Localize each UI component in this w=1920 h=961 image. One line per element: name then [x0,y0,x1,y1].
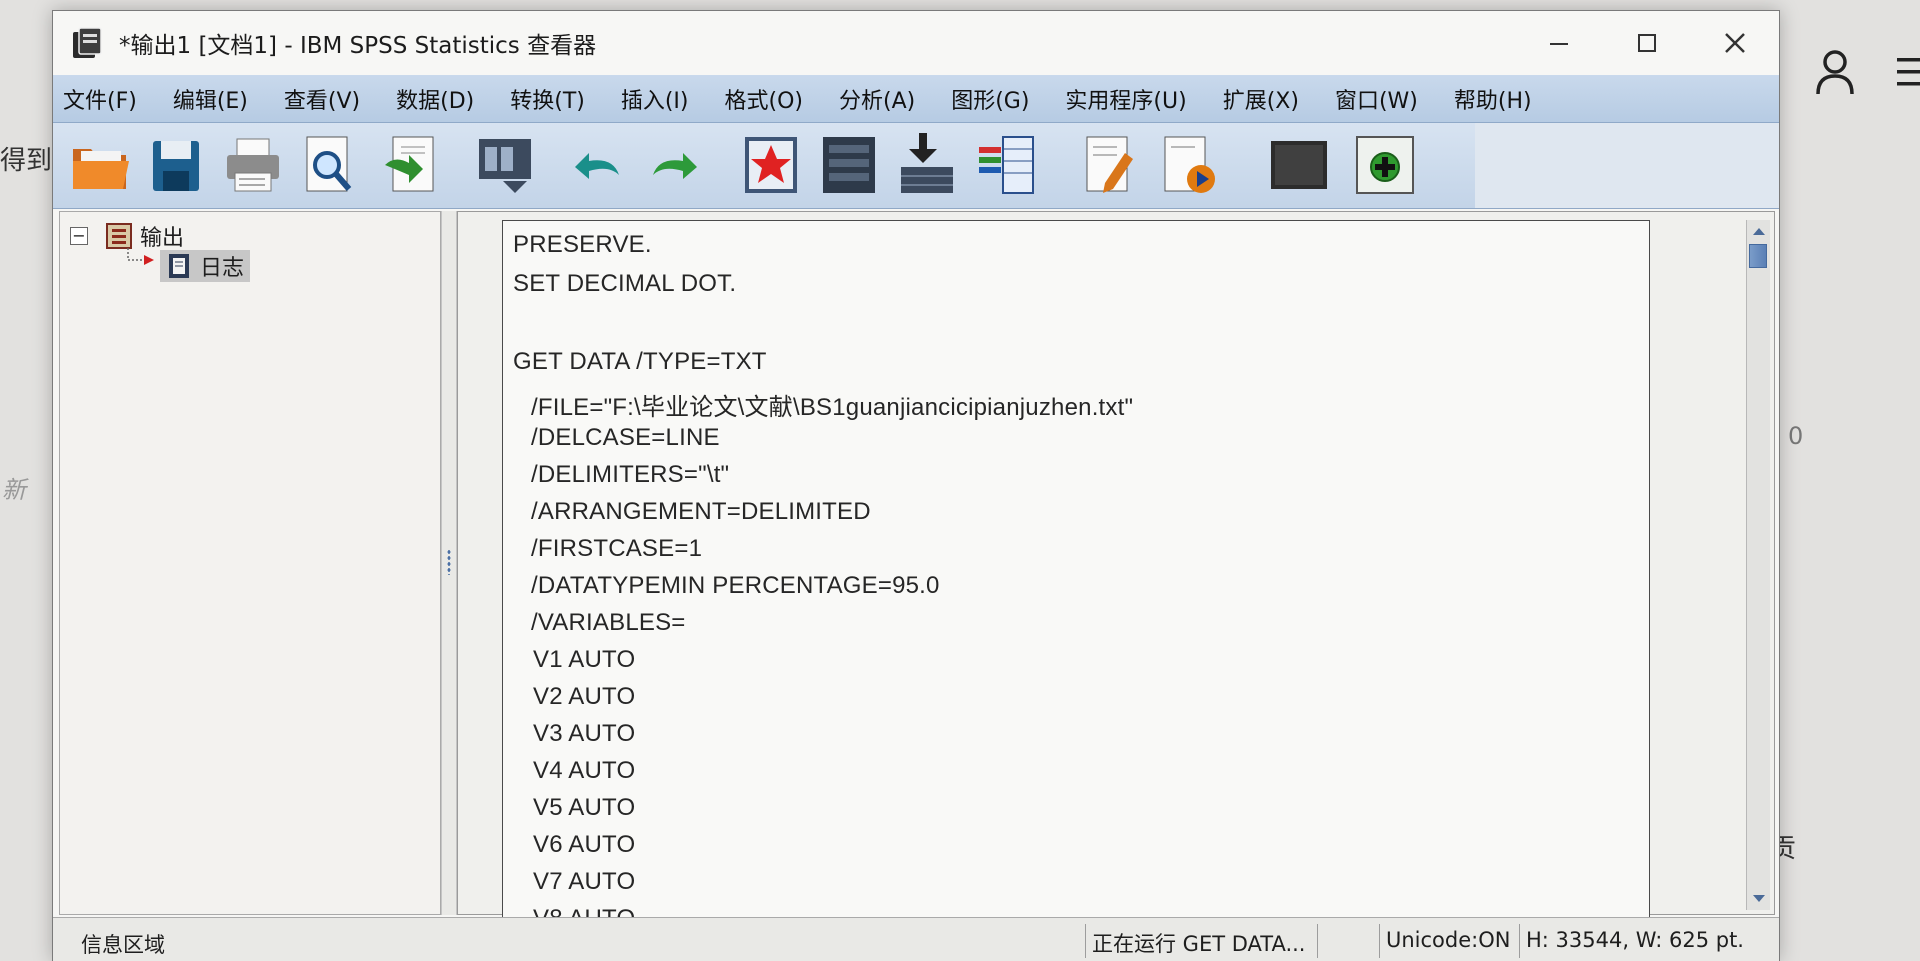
output-content-pane: PRESERVE. SET DECIMAL DOT. GET DATA /TYP… [457,211,1775,940]
menu-transform[interactable]: 转换(T) [510,83,585,115]
undo-icon[interactable] [565,131,629,199]
insert-new-icon[interactable] [1353,131,1417,199]
print-preview-icon[interactable] [297,131,361,199]
menu-graphs[interactable]: 图形(G) [951,83,1029,115]
log-line: SET DECIMAL DOT. [513,270,737,297]
spss-viewer-window: *输出1 [文档1] - IBM SPSS Statistics 查看器 文件(… [52,10,1780,961]
variables-icon[interactable] [975,131,1039,199]
log-line: /FIRSTCASE=1 [531,535,703,562]
open-folder-icon[interactable] [69,131,133,199]
minimize-button[interactable] [1515,11,1603,75]
recall-dialog-icon[interactable] [473,131,537,199]
log-line: GET DATA /TYPE=TXT [513,348,767,375]
menu-analyze[interactable]: 分析(A) [839,83,915,115]
window-title: *输出1 [文档1] - IBM SPSS Statistics 查看器 [119,33,597,59]
spss-app-icon [69,26,105,60]
dimensions-status: H: 33544, W: 625 pt. [1519,924,1750,958]
goto-case-icon[interactable] [817,131,881,199]
menu-bar: 文件(F) 编辑(E) 查看(V) 数据(D) 转换(T) 插入(I) 格式(O… [53,75,1779,123]
goto-data-icon[interactable] [739,131,803,199]
log-line: PRESERVE. [513,231,652,258]
vertical-scrollbar[interactable] [1746,220,1770,910]
menu-extensions[interactable]: 扩展(X) [1223,83,1299,115]
log-line: /DATATYPEMIN PERCENTAGE=95.0 [531,572,940,599]
maximize-button[interactable] [1603,11,1691,75]
menu-utilities[interactable]: 实用程序(U) [1065,83,1186,115]
user-icon[interactable] [1815,48,1855,96]
scroll-up-arrow-icon [1753,228,1765,235]
maximize-icon [1638,34,1656,52]
menu-insert[interactable]: 插入(I) [621,83,689,115]
log-line: V1 AUTO [533,646,636,673]
collapse-toggle[interactable]: − [70,227,88,245]
print-icon[interactable] [221,131,285,199]
goto-variable-icon[interactable] [895,131,959,199]
outline-pane: − 输出 日志 [59,211,441,915]
menu-help[interactable]: 帮助(H) [1454,83,1532,115]
splitter-grip-icon [447,549,451,575]
save-icon[interactable] [145,131,209,199]
background-text-fragment: 0 [1788,422,1804,450]
log-icon [166,252,194,280]
background-text-fragment: 新 [2,476,26,504]
log-line: V7 AUTO [533,868,636,895]
export-icon[interactable] [379,131,443,199]
log-line: /FILE="F:\毕业论文\文献\BS1guanjiancicipianjuz… [531,394,1134,421]
log-line: V4 AUTO [533,757,636,784]
menu-edit[interactable]: 编辑(E) [173,83,248,115]
run-script-icon[interactable] [1157,131,1221,199]
menu-data[interactable]: 数据(D) [396,83,474,115]
hide-icon[interactable] [1267,131,1331,199]
scroll-down-button[interactable] [1747,888,1771,910]
log-line: V2 AUTO [533,683,636,710]
log-line: V5 AUTO [533,794,636,821]
toolbar [53,123,1475,209]
tree-connector-arrow [127,248,154,265]
unicode-status: Unicode:ON [1379,924,1516,958]
scroll-up-button[interactable] [1747,220,1771,242]
close-button[interactable] [1691,11,1779,75]
minimize-icon [1550,43,1568,45]
close-icon [1725,33,1745,53]
tree-item-log-label: 日志 [200,256,245,281]
scroll-down-arrow-icon [1753,895,1765,902]
menu-format[interactable]: 格式(O) [725,83,803,115]
status-bar: 信息区域 正在运行 GET DATA... Unicode:ON H: 3354… [53,917,1779,961]
processing-status: 正在运行 GET DATA... [1085,924,1311,958]
log-line: V3 AUTO [533,720,636,747]
menu-window[interactable]: 窗口(W) [1335,83,1418,115]
title-bar[interactable]: *输出1 [文档1] - IBM SPSS Statistics 查看器 [53,11,1779,75]
log-line: /DELCASE=LINE [531,424,720,451]
log-line: /DELIMITERS="\t" [531,461,730,488]
scrollbar-thumb[interactable] [1749,244,1767,268]
hamburger-menu-icon[interactable] [1895,55,1920,89]
output-book-icon[interactable] [104,221,134,251]
log-line: /VARIABLES= [531,609,686,636]
tree-item-log[interactable]: 日志 [160,250,251,282]
menu-view[interactable]: 查看(V) [284,83,360,115]
pane-splitter[interactable] [441,211,457,915]
info-area-label: 信息区域 [81,933,165,957]
log-line: /ARRANGEMENT=DELIMITED [531,498,871,525]
status-separator [1317,924,1318,958]
designate-window-icon[interactable] [1077,131,1141,199]
redo-icon[interactable] [643,131,707,199]
log-output-block[interactable]: PRESERVE. SET DECIMAL DOT. GET DATA /TYP… [502,220,1650,940]
menu-file[interactable]: 文件(F) [63,83,137,115]
background-text-fragment: 得到 [0,146,53,176]
toolbar-empty-area [1475,123,1779,209]
log-line: V6 AUTO [533,831,636,858]
